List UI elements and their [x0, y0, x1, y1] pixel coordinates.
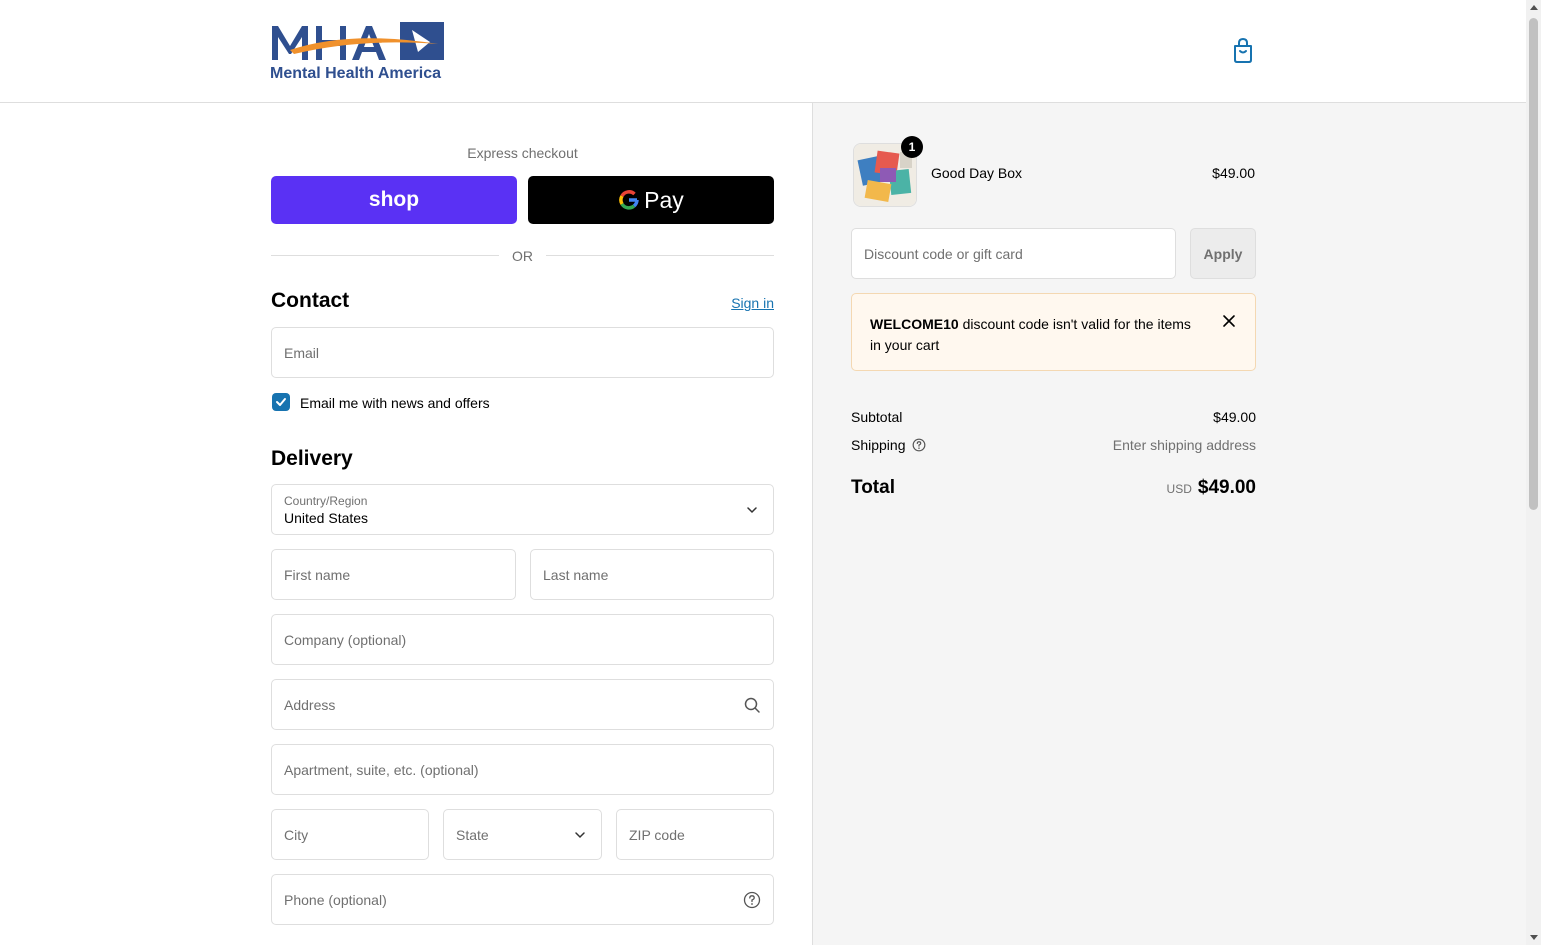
checkmark-icon: [276, 398, 286, 406]
newsletter-checkbox[interactable]: [272, 393, 290, 411]
country-select[interactable]: Country/Region United States: [271, 484, 774, 535]
apartment-placeholder: Apartment, suite, etc. (optional): [284, 762, 479, 778]
first-name-field[interactable]: First name: [271, 549, 516, 600]
google-g-icon: [619, 190, 639, 210]
total-label: Total: [851, 477, 895, 498]
alert-message: WELCOME10 discount code isn't valid for …: [870, 314, 1200, 356]
or-divider: OR: [271, 246, 774, 266]
scroll-down-arrow[interactable]: [1530, 935, 1538, 940]
or-divider-text: OR: [512, 248, 533, 264]
mha-logo-mark: [272, 22, 444, 60]
google-pay-label: Pay: [644, 186, 684, 213]
shipping-value: Enter shipping address: [1112, 437, 1256, 453]
phone-placeholder: Phone (optional): [284, 892, 387, 908]
sign-in-link[interactable]: Sign in: [700, 295, 774, 311]
zip-field[interactable]: ZIP code: [616, 809, 774, 860]
address-placeholder: Address: [284, 697, 336, 713]
mha-logo[interactable]: Mental Health America: [270, 20, 446, 84]
page-scrollbar[interactable]: [1526, 0, 1541, 945]
logo-subtitle: Mental Health America: [270, 65, 442, 82]
total-value: $49.00: [1197, 477, 1256, 498]
email-field[interactable]: Email: [271, 327, 774, 378]
phone-field[interactable]: Phone (optional): [271, 874, 774, 925]
chevron-down-icon: [575, 832, 585, 839]
discount-code-input[interactable]: Discount code or gift card: [851, 228, 1176, 279]
shop-pay-button[interactable]: shop: [271, 176, 517, 224]
last-name-field[interactable]: Last name: [530, 549, 774, 600]
subtotal-label: Subtotal: [851, 409, 903, 425]
close-icon[interactable]: [1221, 313, 1237, 329]
shipping-label-group: Shipping: [851, 437, 926, 453]
city-placeholder: City: [284, 827, 309, 843]
apartment-field[interactable]: Apartment, suite, etc. (optional): [271, 744, 774, 795]
discount-error-alert: WELCOME10 discount code isn't valid for …: [851, 293, 1256, 371]
newsletter-label: Email me with news and offers: [300, 395, 490, 411]
subtotal-value: $49.00: [1213, 409, 1256, 425]
total-value-group: USD $49.00: [1167, 477, 1256, 499]
apply-discount-button[interactable]: Apply: [1190, 228, 1256, 279]
order-summary-column: 1 Good Day Box $49.00 Discount code or g…: [812, 103, 1526, 945]
product-name: Good Day Box: [931, 165, 1023, 181]
chevron-down-icon: [747, 507, 757, 514]
discount-placeholder: Discount code or gift card: [864, 246, 1023, 262]
shipping-label: Shipping: [851, 437, 906, 453]
google-pay-button[interactable]: Pay: [528, 176, 774, 224]
page-header: Mental Health America: [0, 0, 1526, 103]
shopping-bag-icon[interactable]: [1231, 38, 1255, 64]
quantity-badge: 1: [901, 136, 923, 158]
search-icon: [744, 697, 760, 713]
help-circle-icon[interactable]: [743, 891, 761, 909]
alert-code: WELCOME10: [870, 316, 959, 332]
contact-title: Contact: [271, 289, 350, 312]
total-currency: USD: [1166, 482, 1192, 496]
company-placeholder: Company (optional): [284, 632, 407, 648]
last-name-placeholder: Last name: [543, 567, 609, 583]
country-value: United States: [284, 510, 369, 526]
address-field[interactable]: Address: [271, 679, 774, 730]
country-label: Country/Region: [284, 494, 368, 508]
first-name-placeholder: First name: [284, 567, 351, 583]
total-row: Total USD $49.00: [851, 477, 1256, 501]
scroll-up-arrow[interactable]: [1530, 5, 1538, 10]
state-placeholder: State: [456, 827, 489, 843]
or-divider-line-right: [546, 255, 774, 256]
city-field[interactable]: City: [271, 809, 429, 860]
product-price: $49.00: [1212, 165, 1255, 181]
scrollbar-thumb[interactable]: [1529, 18, 1538, 510]
express-checkout-label: Express checkout: [467, 145, 578, 161]
email-placeholder: Email: [284, 345, 320, 361]
checkout-form-column: Express checkout shop Pay OR Contact Sig…: [0, 103, 812, 945]
delivery-title: Delivery: [271, 447, 353, 470]
shop-pay-label: shop: [368, 188, 420, 211]
state-select[interactable]: State: [443, 809, 602, 860]
company-field[interactable]: Company (optional): [271, 614, 774, 665]
help-circle-icon[interactable]: [912, 438, 926, 452]
zip-placeholder: ZIP code: [629, 827, 685, 843]
